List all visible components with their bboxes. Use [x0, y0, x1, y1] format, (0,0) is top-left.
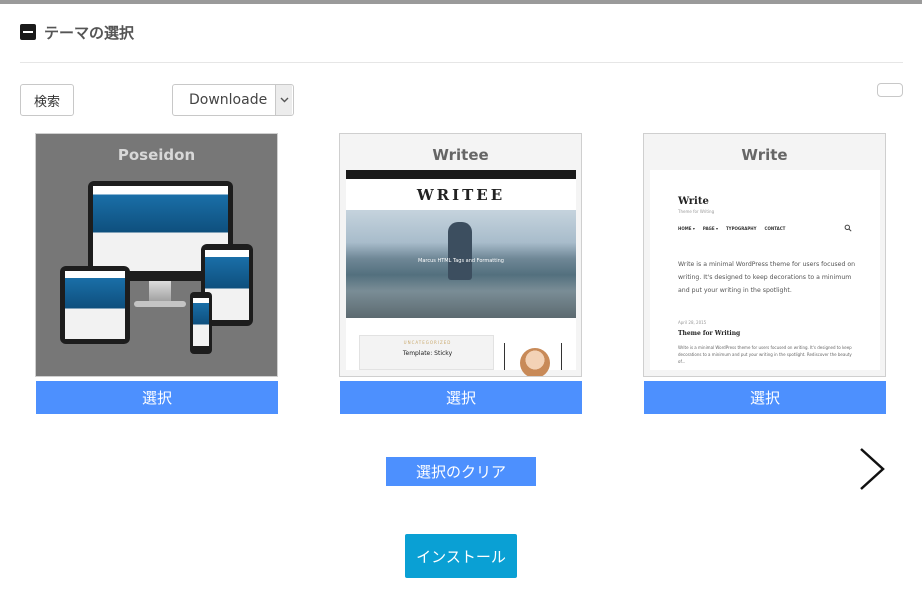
theme-thumbnail: [36, 134, 277, 376]
view-toggle[interactable]: [877, 83, 903, 97]
section-title: テーマの選択: [44, 23, 135, 42]
filter-select[interactable]: Downloade: [172, 84, 294, 116]
section-header: テーマの選択: [20, 20, 134, 44]
select-theme-poseidon-button[interactable]: 選択: [36, 381, 278, 414]
install-button[interactable]: インストール: [405, 534, 517, 578]
select-theme-write-button[interactable]: 選択: [644, 381, 886, 414]
theme-thumbnail: Write Theme for Writing HOME ▾ PAGE ▾ TY…: [650, 170, 880, 370]
theme-card-writee[interactable]: Writee WRITEE Marcus HTML Tags and Forma…: [339, 133, 582, 377]
chevron-down-icon[interactable]: [275, 85, 292, 115]
theme-name: Write: [741, 146, 788, 164]
filter-select-value: Downloade: [189, 92, 268, 108]
theme-card-write[interactable]: Write Write Theme for Writing HOME ▾ PAG…: [643, 133, 886, 377]
divider: [20, 62, 903, 63]
search-button[interactable]: 検索: [20, 84, 74, 116]
theme-card-poseidon[interactable]: Poseidon: [35, 133, 278, 377]
theme-thumbnail: WRITEE Marcus HTML Tags and Formatting U…: [346, 170, 576, 376]
select-theme-writee-button[interactable]: 選択: [340, 381, 582, 414]
chevron-right-icon[interactable]: [856, 446, 888, 492]
theme-name: Writee: [432, 146, 489, 164]
clear-selection-button[interactable]: 選択のクリア: [386, 457, 536, 486]
top-border: [0, 0, 922, 4]
collapse-minus-icon[interactable]: [20, 24, 36, 40]
